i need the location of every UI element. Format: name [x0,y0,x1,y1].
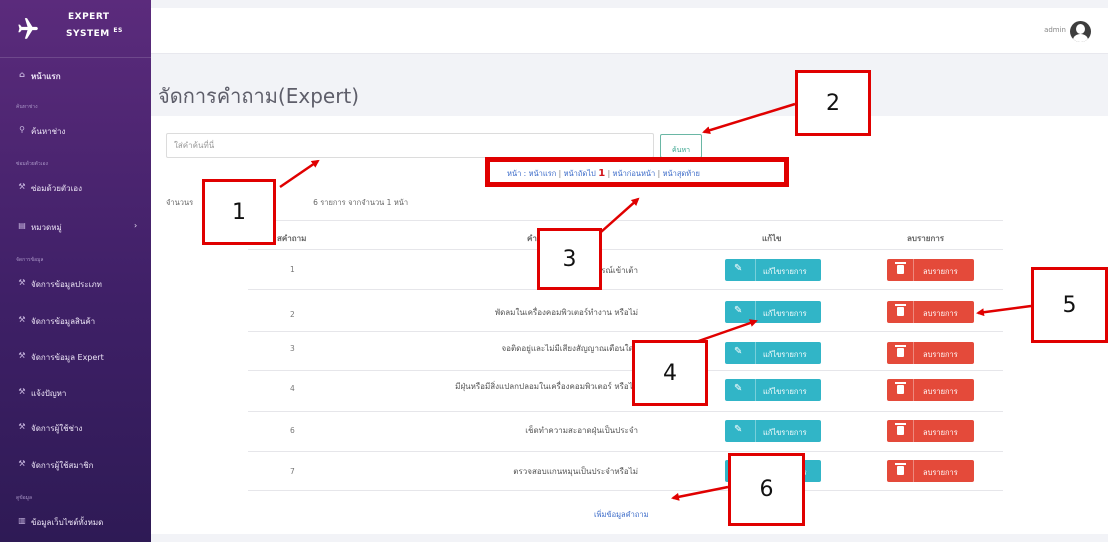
annotation-callout-6: 6 [728,453,805,526]
annotation-callout-3: 3 [537,228,602,290]
annotation-arrow-6 [671,485,729,501]
annotation-arrow-2 [702,102,796,135]
annotation-arrow-1 [279,159,320,189]
annotation-arrow-3 [600,197,640,233]
annotation-callout-1: 1 [202,179,276,245]
annotation-arrow-5 [976,304,1032,317]
annotation-callout-4: 4 [632,340,708,406]
annotation-callout-5: 5 [1031,267,1108,343]
annotation-callout-2: 2 [795,70,871,136]
